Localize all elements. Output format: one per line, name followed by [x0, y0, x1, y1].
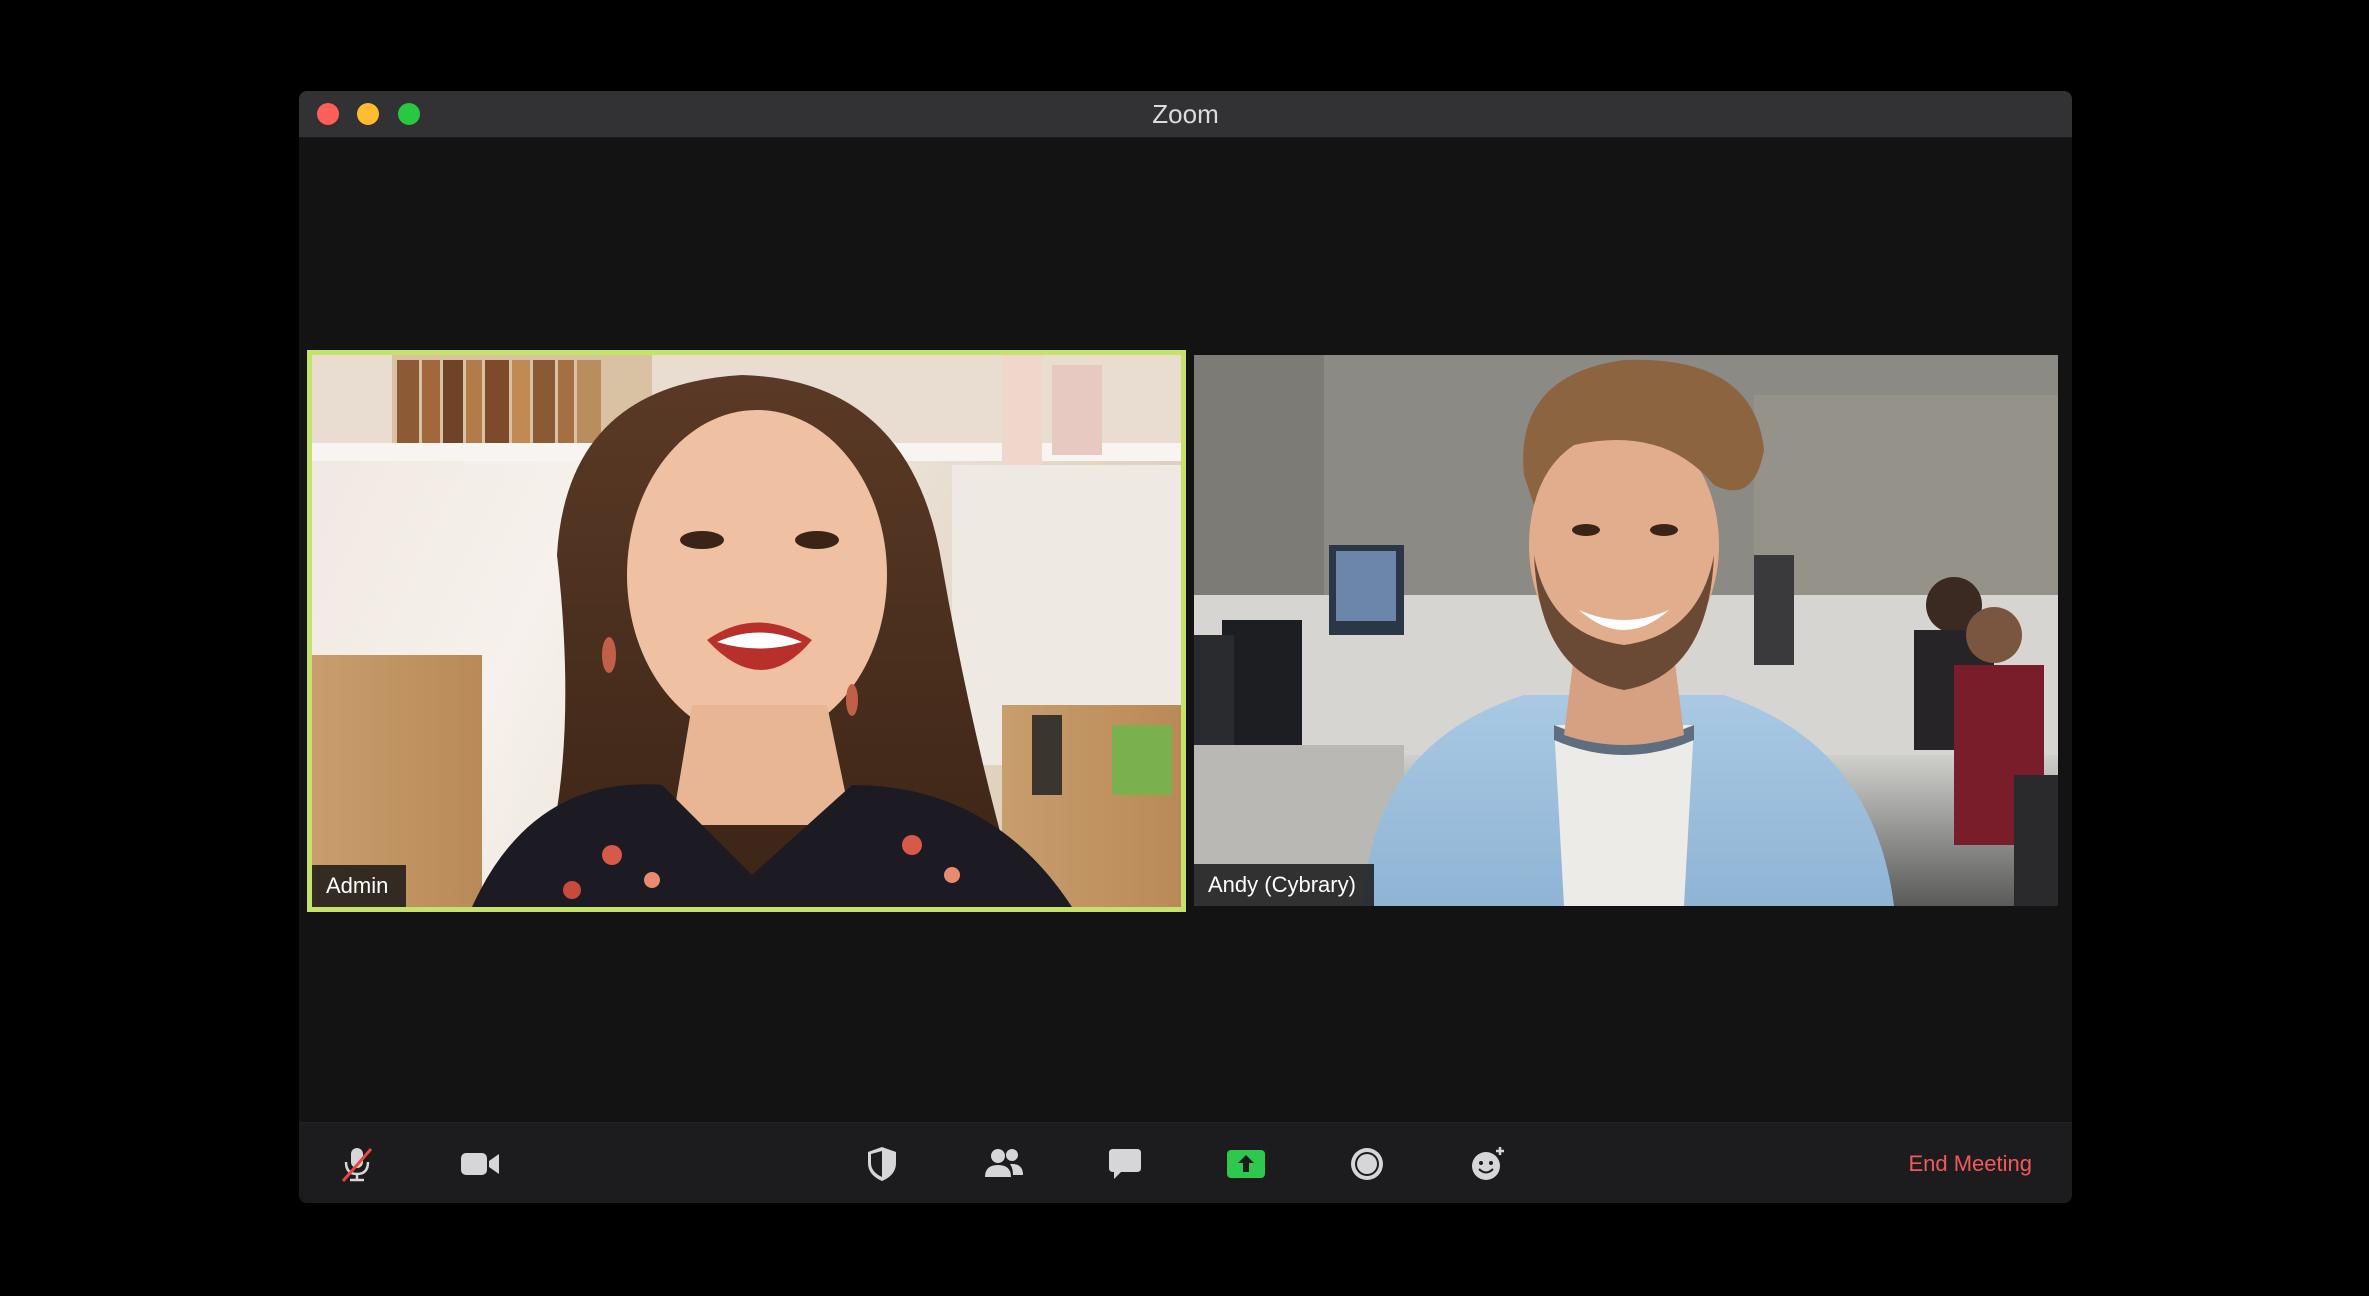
reactions-icon [1472, 1147, 1504, 1180]
chat-icon [1109, 1149, 1141, 1179]
meeting-toolbar: End Meeting [299, 1122, 2072, 1203]
zoom-window: Zoom Admin Andy (Cybrary) End Meeting [299, 91, 2072, 1203]
microphone-muted-icon [341, 1148, 373, 1182]
participants-icon [985, 1149, 1023, 1177]
stop-video-button[interactable] [457, 1141, 503, 1187]
security-shield-icon [868, 1147, 896, 1181]
participant-tile-andy[interactable]: Andy (Cybrary) [1194, 355, 2058, 906]
participant-name-label: Andy (Cybrary) [1194, 864, 1374, 906]
participant-tile-admin[interactable]: Admin [307, 350, 1186, 912]
reactions-button[interactable] [1465, 1141, 1511, 1187]
record-icon [1351, 1148, 1383, 1180]
share-screen-button[interactable] [1223, 1141, 1269, 1187]
andy-video-feed [1194, 355, 2058, 906]
title-bar[interactable]: Zoom [299, 91, 2072, 138]
admin-video-feed [312, 355, 1181, 907]
share-screen-icon [1227, 1150, 1265, 1178]
video-camera-icon [461, 1153, 499, 1175]
end-meeting-button[interactable]: End Meeting [1908, 1123, 2032, 1203]
window-title: Zoom [1152, 99, 1219, 129]
participants-button[interactable] [981, 1141, 1027, 1187]
mute-button[interactable] [334, 1141, 380, 1187]
chat-button[interactable] [1102, 1141, 1148, 1187]
security-button[interactable] [859, 1141, 905, 1187]
participant-name-label: Admin [312, 865, 407, 907]
record-button[interactable] [1344, 1141, 1390, 1187]
